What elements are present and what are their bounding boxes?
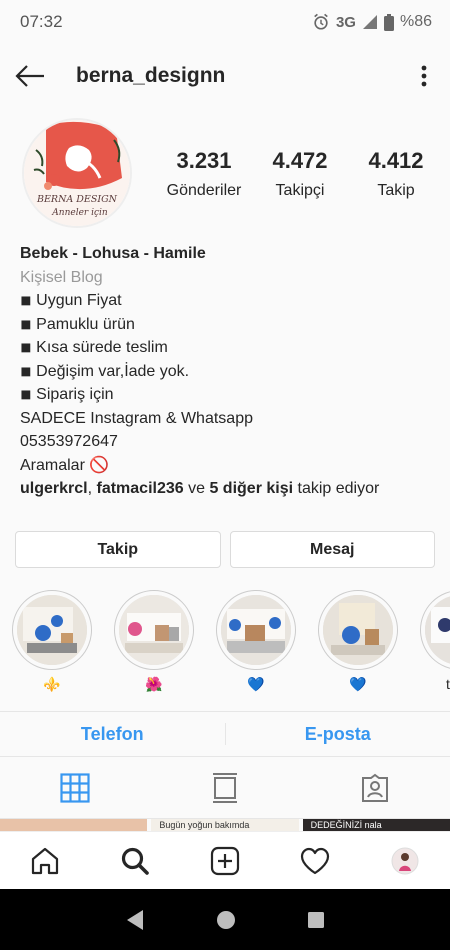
stat-following[interactable]: 4.412 Takip xyxy=(348,148,444,200)
profile-avatar[interactable]: BERNA DESIGN Anneler için xyxy=(22,118,132,228)
profile-bio: Bebek - Lohusa - Hamile Kişisel Blog ◾ U… xyxy=(20,242,435,501)
highlight-label: 🌺 xyxy=(145,676,163,692)
bio-phone[interactable]: 05353972647 xyxy=(20,430,435,454)
stat-posts-value: 3.231 xyxy=(176,148,232,173)
followed-by-others[interactable]: 5 diğer kişi xyxy=(209,480,293,497)
highlight-image xyxy=(119,595,189,665)
contact-bar: Telefon E-posta xyxy=(0,711,450,757)
profile-actions: Takip Mesaj xyxy=(15,531,435,568)
stat-posts-label: Gönderiler xyxy=(166,182,242,199)
system-back-icon[interactable] xyxy=(125,909,145,931)
message-button[interactable]: Mesaj xyxy=(229,531,435,568)
bottom-navigation xyxy=(0,831,450,889)
followed-and: ve xyxy=(183,480,210,497)
profile-stats: 3.231 Gönderiler 4.472 Takipçi 4.412 Tak… xyxy=(156,148,444,200)
network-type: 3G xyxy=(335,13,356,31)
highlight-ring xyxy=(420,590,450,670)
highlight-label: 💙 xyxy=(247,676,265,692)
highlight-image xyxy=(323,595,393,665)
system-navigation-bar xyxy=(0,889,450,950)
nav-new-post[interactable] xyxy=(180,846,270,876)
story-highlights: ⚜️ 🌺 💙 💙 taraf xyxy=(12,590,450,700)
bio-line: ◾ Değişim var,İade yok. xyxy=(20,362,190,380)
system-recents-icon[interactable] xyxy=(307,911,325,929)
profile-tabs xyxy=(0,757,450,819)
arrow-left-icon xyxy=(15,65,44,87)
followed-suffix: takip ediyor xyxy=(293,480,380,497)
highlight-label: 💙 xyxy=(349,676,367,692)
followed-by-user[interactable]: ulgerkrcl xyxy=(20,480,88,497)
stat-followers-value: 4.472 xyxy=(272,148,328,173)
profile-username: berna_designn xyxy=(76,64,226,87)
back-button[interactable] xyxy=(0,50,60,102)
highlight-ring xyxy=(216,590,296,670)
signal-icon xyxy=(362,15,377,29)
nav-activity[interactable] xyxy=(270,847,360,875)
nav-profile[interactable] xyxy=(360,847,450,875)
post-grid-peek: Bugün yoğun bakımda DEDEĞİNİZİ nala xyxy=(0,819,450,831)
nav-search[interactable] xyxy=(90,846,180,876)
highlight-image xyxy=(221,595,291,665)
brand-logo: BERNA DESIGN Anneler için xyxy=(24,120,130,226)
options-button[interactable] xyxy=(410,62,438,90)
feed-icon xyxy=(213,772,237,803)
highlight-image xyxy=(425,595,450,665)
profile-summary: BERNA DESIGN Anneler için 3.231 Gönderil… xyxy=(22,118,432,230)
post-thumbnail[interactable]: DEDEĞİNİZİ nala xyxy=(302,819,450,831)
bio-line: ◾ Pamuklu ürün xyxy=(20,315,135,333)
highlight-item[interactable]: ⚜️ xyxy=(12,590,92,700)
follow-button[interactable]: Takip xyxy=(15,531,221,568)
tab-feed[interactable] xyxy=(150,757,300,818)
tab-tagged[interactable] xyxy=(300,757,450,818)
nav-home[interactable] xyxy=(0,846,90,876)
post-thumbnail[interactable]: Bugün yoğun bakımda xyxy=(151,819,299,831)
highlight-item[interactable]: 💙 xyxy=(216,590,296,700)
phone-button[interactable]: Telefon xyxy=(0,724,225,745)
system-home-icon[interactable] xyxy=(216,910,236,930)
post-thumbnail[interactable] xyxy=(0,819,148,831)
stat-posts[interactable]: 3.231 Gönderiler xyxy=(156,148,252,200)
highlight-ring xyxy=(318,590,398,670)
highlight-item[interactable]: taraf xyxy=(420,590,450,700)
stat-followers-label: Takipçi xyxy=(275,182,325,199)
brand-tagline-text: Anneler için xyxy=(51,208,108,218)
plus-square-icon xyxy=(210,846,240,875)
highlight-label: ⚜️ xyxy=(43,676,61,692)
bio-line: SADECE Instagram & Whatsapp xyxy=(20,409,253,427)
bio-line: ◾ Kısa sürede teslim xyxy=(20,339,168,356)
bio-line: Aramalar 🚫 xyxy=(20,456,110,474)
battery-icon xyxy=(383,13,394,31)
more-vertical-icon xyxy=(421,65,427,87)
profile-header: berna_designn xyxy=(0,50,450,102)
status-time: 07:32 xyxy=(20,12,63,31)
highlight-item[interactable]: 🌺 xyxy=(114,590,194,700)
highlight-label: taraf xyxy=(445,676,450,692)
highlight-item[interactable]: 💙 xyxy=(318,590,398,700)
tab-grid[interactable] xyxy=(0,757,150,818)
email-button[interactable]: E-posta xyxy=(226,724,450,745)
bio-line: ◾ Sipariş için xyxy=(20,386,114,403)
grid-icon xyxy=(60,772,90,803)
status-icons: 3G %86 xyxy=(312,13,432,31)
profile-avatar-icon xyxy=(391,847,419,874)
bio-line: ◾ Uygun Fiyat xyxy=(20,292,122,309)
followed-by[interactable]: ulgerkrcl, fatmacil236 ve 5 diğer kişi t… xyxy=(20,477,435,501)
home-icon xyxy=(31,847,59,874)
brand-name-text: BERNA DESIGN xyxy=(36,194,118,205)
bio-category: Kişisel Blog xyxy=(20,268,103,286)
highlight-ring xyxy=(12,590,92,670)
alarm-icon xyxy=(314,13,328,30)
bio-name: Bebek - Lohusa - Hamile xyxy=(20,245,206,262)
stat-following-value: 4.412 xyxy=(368,148,424,173)
stat-followers[interactable]: 4.472 Takipçi xyxy=(252,148,348,200)
battery-percent: %86 xyxy=(399,13,432,30)
status-bar: 07:32 3G %86 xyxy=(0,0,450,44)
highlight-ring xyxy=(114,590,194,670)
heart-icon xyxy=(300,847,330,874)
tagged-user-icon xyxy=(362,773,388,802)
search-icon xyxy=(121,847,149,875)
stat-following-label: Takip xyxy=(377,182,415,199)
highlight-image xyxy=(17,595,87,665)
followed-by-user[interactable]: fatmacil236 xyxy=(96,480,183,497)
